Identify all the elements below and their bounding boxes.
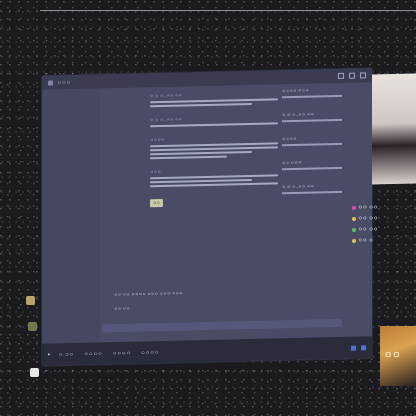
photo-text: ㅇㅇ bbox=[384, 351, 401, 361]
taskbar-item[interactable]: ㅇㅇㅇㅇ bbox=[82, 349, 104, 359]
photo-top bbox=[372, 73, 416, 185]
message-line bbox=[150, 174, 278, 180]
app-shortcut-icon bbox=[27, 322, 37, 331]
side-entry-line bbox=[282, 118, 343, 123]
start-icon[interactable]: ▸ bbox=[48, 352, 51, 358]
badge-row: ㅇㅇ ㅇㅇ bbox=[352, 215, 416, 222]
badge-label: ㅇㅇ ㅇㅇ bbox=[358, 227, 378, 233]
badge-list: ㅇㅇ ㅇㅇ ㅇㅇ ㅇㅇ ㅇㅇ ㅇㅇ ㅇㅇ ㅇ bbox=[352, 204, 416, 248]
message-line bbox=[150, 98, 278, 104]
side-entry-line bbox=[282, 94, 343, 99]
badge-dot bbox=[352, 227, 356, 232]
side-entry[interactable]: ㅇㅇ ㅇㅇㅇ bbox=[282, 158, 368, 171]
folder-icon bbox=[25, 296, 35, 305]
tray-icon[interactable] bbox=[351, 345, 356, 351]
chat-message: ㅇ.ㅇ ㅇ..ㅇㅇ ㅇㅇ bbox=[150, 114, 278, 128]
desktop-icon[interactable] bbox=[26, 322, 38, 332]
taskbar-item[interactable]: ㅇㅇㅇㅇ bbox=[110, 348, 132, 358]
taskbar-item[interactable]: ㅇ.ㅇㅇ bbox=[57, 349, 76, 358]
side-entry-name: ㅇㅇ ㅇㅇㅇ bbox=[282, 159, 302, 166]
message-line bbox=[150, 146, 278, 152]
side-entry-name: ㅇㅇㅇㅇ bbox=[282, 135, 297, 142]
side-entry[interactable]: ㅇㅇㅇㅇ ㅇㅇㅇ bbox=[282, 86, 368, 99]
monitor-screen: ㅇㅇㅇ ㅇ.ㅇ ㅇ..ㅇㅇ ㅇㅇ ㅇ.ㅇ ㅇ..ㅇㅇ ㅇㅇ ㅇㅇㅇㅇ ㅇㅇㅇ ㅇ… bbox=[42, 68, 372, 366]
side-entry-name: ㅇㅇㅇㅇ ㅇㅇㅇ bbox=[282, 87, 310, 94]
desktop-icon[interactable] bbox=[24, 296, 36, 306]
side-entry[interactable]: ㅇㅇㅇㅇ bbox=[282, 134, 368, 147]
tray-icon[interactable] bbox=[361, 344, 366, 351]
photo-bottom: ㅇㅇ bbox=[380, 326, 416, 386]
window-title: ㅇㅇㅇ bbox=[57, 79, 71, 86]
chat-message: ㅇㅇㅇ ㅇㅇ bbox=[150, 166, 278, 208]
side-entry-line bbox=[282, 142, 343, 147]
note-text: ㅇㅇ ㅇㅇ bbox=[114, 305, 130, 312]
badge-label: ㅇㅇ ㅇㅇ bbox=[358, 216, 378, 222]
side-entry-name: ㅇ.ㅇ ㅇ..ㅇㅇ ㅇㅇ bbox=[282, 111, 315, 118]
file-icon bbox=[29, 368, 39, 377]
minimize-icon[interactable] bbox=[338, 72, 344, 80]
maximize-icon[interactable] bbox=[349, 72, 355, 79]
message-line bbox=[150, 155, 227, 160]
message-line bbox=[150, 150, 253, 156]
chat-area: ㅇ.ㅇ ㅇ..ㅇㅇ ㅇㅇ ㅇ.ㅇ ㅇ..ㅇㅇ ㅇㅇ ㅇㅇㅇㅇ ㅇㅇㅇ ㅇㅇ bbox=[150, 90, 278, 341]
message-line bbox=[150, 102, 253, 108]
side-entry-name: ㅇ.ㅇ ㅇ..ㅇㅇ ㅇㅇ bbox=[282, 183, 315, 190]
message-line bbox=[150, 182, 278, 188]
taskbar-item[interactable]: ㅇㅇㅇㅇ bbox=[139, 348, 161, 358]
desktop-icon[interactable] bbox=[28, 368, 40, 378]
close-icon[interactable] bbox=[360, 72, 366, 79]
side-entry[interactable]: ㅇ.ㅇ ㅇ..ㅇㅇ ㅇㅇ bbox=[282, 110, 368, 123]
left-panel bbox=[42, 88, 100, 344]
chat-chip[interactable]: ㅇㅇ bbox=[150, 198, 164, 208]
badge-dot bbox=[352, 205, 356, 210]
chat-message: ㅇ.ㅇ ㅇ..ㅇㅇ ㅇㅇ bbox=[150, 90, 278, 108]
side-entry-line bbox=[282, 166, 343, 171]
chat-message: ㅇㅇㅇㅇ bbox=[150, 134, 278, 160]
badge-row: ㅇㅇ ㅇㅇ bbox=[352, 226, 416, 233]
badge-label: ㅇㅇ ㅇㅇ bbox=[358, 205, 378, 211]
badge-row: ㅇㅇ ㅇ bbox=[352, 237, 416, 244]
badge-dot bbox=[352, 238, 356, 243]
message-line bbox=[150, 122, 278, 128]
window-controls bbox=[338, 72, 366, 80]
badge-row: ㅇㅇ ㅇㅇ bbox=[352, 204, 416, 211]
system-tray bbox=[351, 344, 366, 351]
app-icon bbox=[48, 79, 53, 86]
side-entry-line bbox=[282, 190, 343, 195]
badge-dot bbox=[352, 216, 356, 221]
top-line bbox=[40, 10, 416, 11]
badge-label: ㅇㅇ ㅇ bbox=[358, 238, 374, 244]
side-entry[interactable]: ㅇ.ㅇ ㅇ..ㅇㅇ ㅇㅇ bbox=[282, 182, 368, 195]
